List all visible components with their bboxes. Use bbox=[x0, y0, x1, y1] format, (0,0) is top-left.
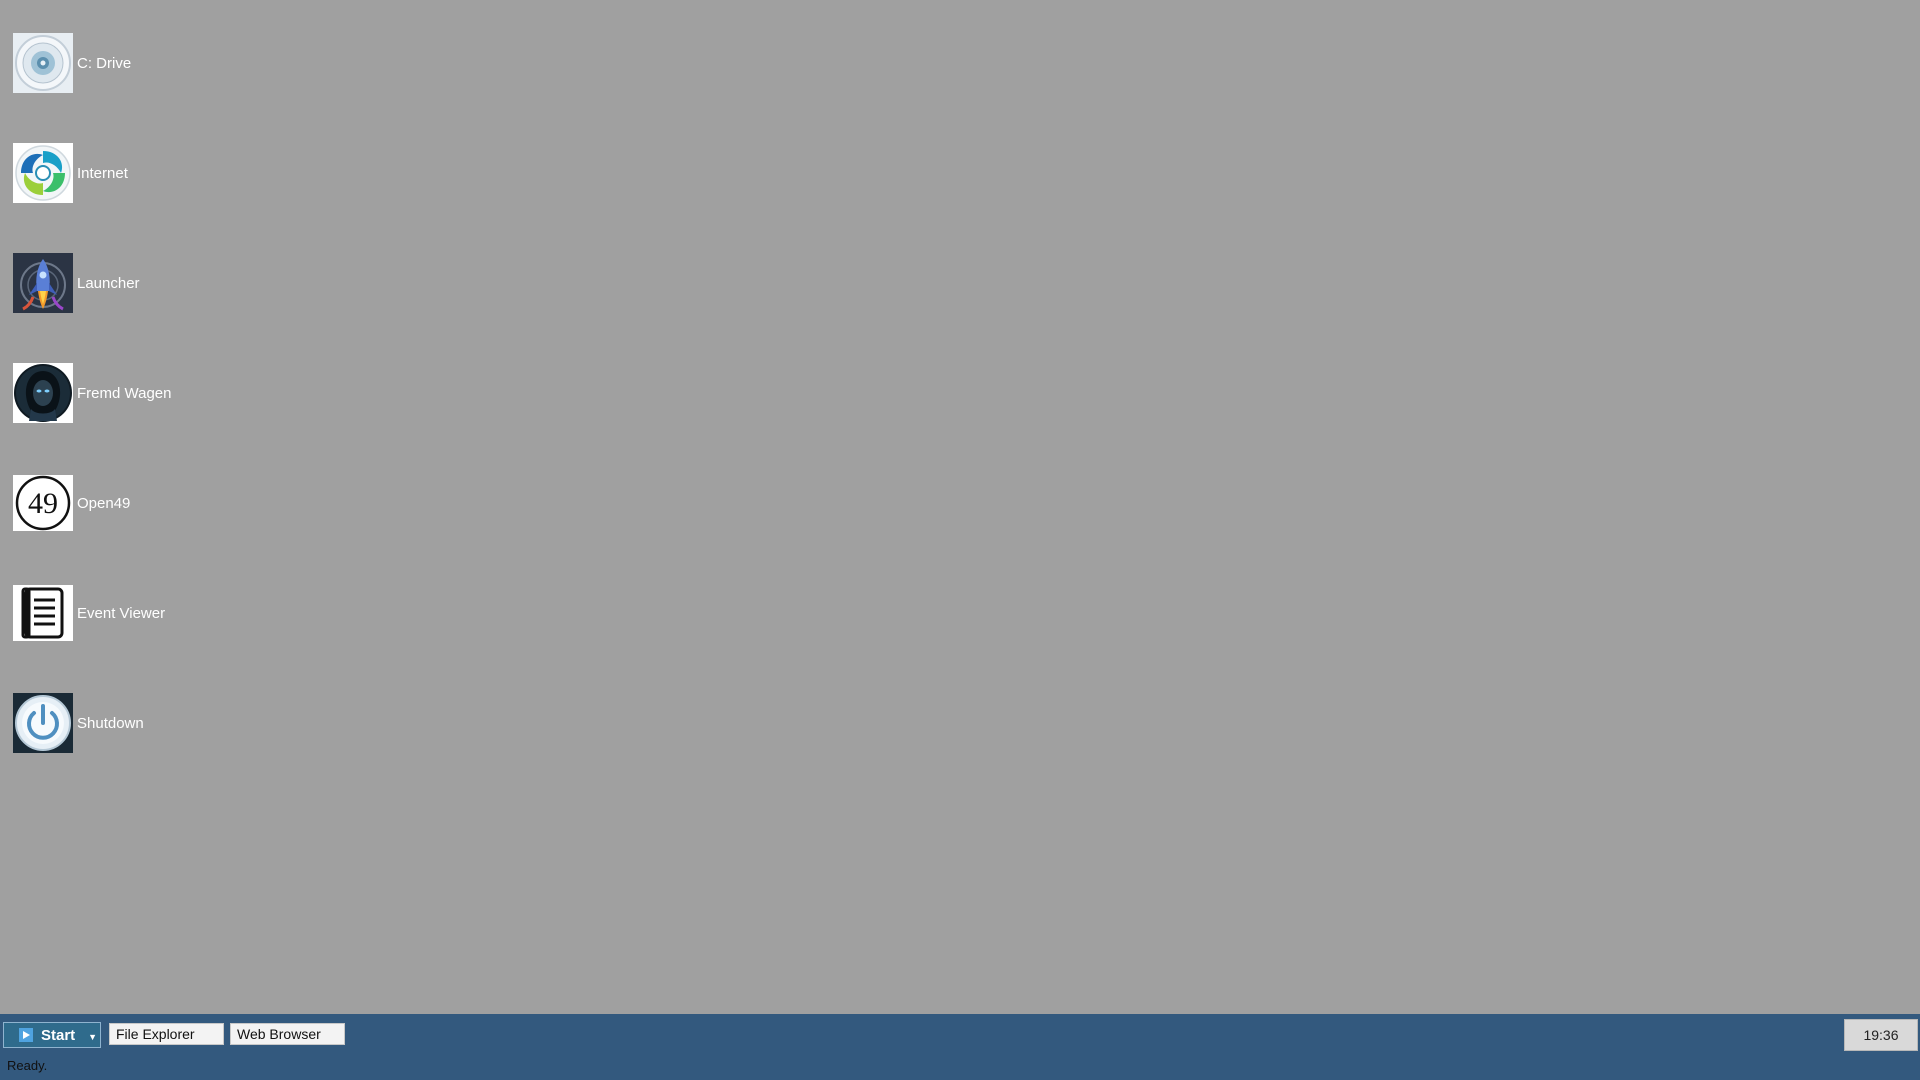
taskbar: Start ▼ File Explorer Web Browser 19:36 … bbox=[0, 1014, 1920, 1080]
desktop-icon-shutdown[interactable]: Shutdown bbox=[13, 693, 144, 753]
start-label: Start bbox=[41, 1026, 76, 1044]
chevron-down-icon[interactable]: ▼ bbox=[88, 1032, 97, 1042]
taskbar-button-file-explorer[interactable]: File Explorer bbox=[109, 1023, 224, 1045]
status-text: Ready. bbox=[7, 1058, 48, 1073]
desktop-icon-open49[interactable]: 49 Open49 bbox=[13, 473, 130, 533]
desktop-icon-label: Launcher bbox=[77, 274, 140, 292]
clock[interactable]: 19:36 bbox=[1844, 1019, 1918, 1051]
icon-number-text: 49 bbox=[28, 487, 58, 520]
desktop-icon-label: Open49 bbox=[77, 494, 131, 512]
desktop-icon-launcher[interactable]: Launcher bbox=[13, 253, 140, 313]
desktop-icon-label: C: Drive bbox=[77, 54, 132, 72]
disk-drive-icon bbox=[13, 33, 73, 93]
hooded-figure-icon bbox=[13, 363, 73, 423]
desktop-icon-fremd-wagen[interactable]: Fremd Wagen bbox=[13, 363, 171, 423]
log-list-icon bbox=[13, 583, 73, 643]
desktop-icon-c-drive[interactable]: C: Drive bbox=[13, 33, 131, 93]
desktop: C: Drive Internet Launcher Fremd Wagen 4… bbox=[0, 0, 1920, 1014]
desktop-icon-label: Internet bbox=[77, 164, 128, 182]
desktop-icon-label: Shutdown bbox=[77, 714, 144, 732]
desktop-icon-label: Fremd Wagen bbox=[77, 384, 172, 402]
rocket-icon bbox=[13, 253, 73, 313]
desktop-icon-event-viewer[interactable]: Event Viewer bbox=[13, 583, 165, 643]
number-49-icon: 49 bbox=[13, 473, 73, 533]
taskbar-button-web-browser[interactable]: Web Browser bbox=[230, 1023, 345, 1045]
desktop-icon-internet[interactable]: Internet bbox=[13, 143, 128, 203]
play-icon bbox=[19, 1028, 33, 1042]
power-icon bbox=[13, 693, 73, 753]
internet-globe-icon bbox=[13, 143, 73, 203]
desktop-icon-label: Event Viewer bbox=[77, 604, 166, 622]
start-button[interactable]: Start ▼ bbox=[3, 1022, 101, 1048]
